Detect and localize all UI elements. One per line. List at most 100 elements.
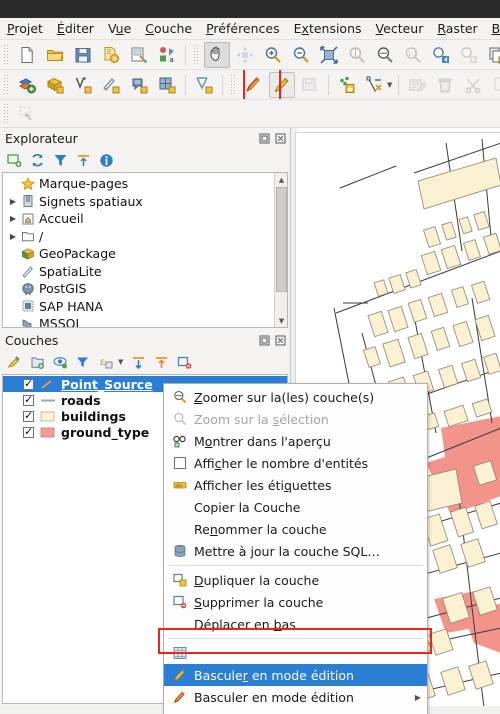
browser-item-geopackage[interactable]: GeoPackage [3,245,287,263]
undock-panel-button[interactable] [258,334,271,347]
current-edits-icon[interactable] [241,72,267,98]
add-spatialite-layer-icon[interactable] [98,72,124,98]
layer-context-menu[interactable]: Zoomer sur la(les) couche(s) Zoom sur la… [163,383,428,714]
open-layer-styling-panel-icon[interactable] [6,354,22,370]
context-item-remove-layer[interactable]: Supprimer la couche [164,591,427,613]
context-item-show-in-overview[interactable]: Montrer dans l'aperçu [164,430,427,452]
tree-arrow[interactable]: ▶ [7,232,19,241]
add-wms-layer-icon[interactable] [154,72,180,98]
properties-icon[interactable] [98,152,114,168]
delete-selected-icon[interactable] [432,72,458,98]
scroll-up-arrow-icon[interactable]: ▲ [275,173,287,186]
zoom-full-icon[interactable] [316,42,342,68]
zoom-next-icon[interactable] [456,42,482,68]
remove-layer-icon[interactable] [176,354,192,370]
menu-preferences[interactable]: Préférences [199,19,287,38]
browser-toolbar[interactable] [0,148,290,172]
context-item-current-edits[interactable]: Basculer en mode édition ▶ [164,686,427,708]
browser-item-signets-spatiaux[interactable]: ▶ Signets spatiaux [3,193,287,211]
filter-browser-icon[interactable] [52,152,68,168]
secondary-toolbar[interactable]: ▼ [0,70,500,100]
tertiary-toolbar[interactable] [0,100,500,128]
refresh-icon[interactable] [484,42,500,68]
browser-item-postgis[interactable]: PostGIS [3,280,287,298]
filter-legend-icon[interactable] [75,354,91,370]
context-item-filter[interactable]: Filtrer… [164,708,427,714]
context-item-move-to-bottom[interactable]: Déplacer en bas [164,613,427,635]
browser-item-spatialite[interactable]: SpatiaLite [3,263,287,281]
modify-attributes-icon[interactable] [404,72,430,98]
tree-arrow[interactable]: ▶ [7,214,19,223]
add-postgis-layer-icon[interactable] [126,72,152,98]
zoom-last-icon[interactable] [428,42,454,68]
context-item-zoom-to-layer[interactable]: Zoomer sur la(les) couche(s) [164,386,427,408]
save-project-as-icon[interactable] [98,42,124,68]
menu-projet[interactable]: PProjetrojet [0,19,50,38]
style-manager-icon[interactable]: a [154,42,180,68]
context-item-copy-layer[interactable]: Copier la Couche [164,496,427,518]
zoom-native-icon[interactable]: 1:1 [400,42,426,68]
scrollbar-thumb[interactable] [276,187,287,292]
context-item-toggle-editing[interactable]: Basculer en mode édition [164,664,427,686]
zoom-to-selection-icon[interactable] [344,42,370,68]
add-mesh-layer-icon[interactable] [191,72,217,98]
vertex-tool-dropdown-arrow-icon[interactable]: ▼ [387,81,392,89]
browser-item-accueil[interactable]: ▶ Accueil [3,210,287,228]
undock-panel-button[interactable] [258,132,271,145]
new-print-layout-icon[interactable] [126,42,152,68]
toolbar-grip-3[interactable] [3,74,10,95]
pan-map-icon[interactable] [204,41,230,68]
collapse-all-icon[interactable] [153,354,169,370]
layers-toolbar[interactable]: ε ▼ [0,350,290,374]
new-project-icon[interactable] [14,42,40,68]
browser-item-mssql[interactable]: MSSQL [3,315,287,327]
layer-visibility-checkbox[interactable] [23,409,34,422]
menu-vecteur[interactable]: Vecteur [369,19,431,38]
add-point-feature-icon[interactable] [334,72,360,98]
pan-to-selection-icon[interactable] [232,42,258,68]
tree-arrow[interactable]: ▶ [7,197,19,206]
toolbar-grip[interactable] [3,44,10,65]
add-selected-layers-icon[interactable] [6,152,22,168]
menu-extensions[interactable]: Extensions [287,19,369,38]
menu-bar[interactable]: PProjetrojet Éditer Vue Couche Préférenc… [0,18,500,40]
browser-item-root[interactable]: ▶ / [3,228,287,246]
vertex-tool-icon[interactable] [362,72,388,98]
context-item-update-sql-layer[interactable]: Mettre à jour la couche SQL… [164,540,427,562]
collapse-all-icon[interactable] [75,152,91,168]
toggle-editing-icon[interactable] [269,71,295,98]
cut-features-icon[interactable] [460,72,486,98]
context-item-open-attribute-table[interactable] [164,642,427,664]
close-panel-button[interactable] [274,334,287,347]
add-group-icon[interactable] [29,354,45,370]
add-vector-layer-icon[interactable] [14,72,40,98]
select-features-icon[interactable] [14,101,40,127]
scroll-down-arrow-icon[interactable]: ▼ [275,314,287,327]
context-item-duplicate-layer[interactable]: Dupliquer la couche [164,569,427,591]
open-project-icon[interactable] [42,42,68,68]
add-raster-layer-icon[interactable] [42,72,68,98]
zoom-to-layer-icon[interactable] [372,42,398,68]
expression-filter-icon[interactable]: ε [98,354,114,370]
browser-scrollbar[interactable]: ▲ ▼ [274,173,287,327]
layer-visibility-checkbox[interactable] [23,425,34,438]
menu-editer[interactable]: Éditer [50,19,101,38]
checkbox-icon[interactable] [170,456,190,470]
context-item-show-feature-count[interactable]: Afficher le nombre d'entités [164,452,427,474]
context-item-show-labels[interactable]: abc Afficher les étiquettes [164,474,427,496]
layer-visibility-checkbox[interactable] [23,393,34,406]
filter-dropdown-arrow-icon[interactable]: ▼ [118,358,123,366]
save-project-icon[interactable] [70,42,96,68]
layer-visibility-checkbox[interactable] [23,377,34,390]
menu-couche[interactable]: Couche [138,19,199,38]
context-item-rename-layer[interactable]: Renommer la couche [164,518,427,540]
add-delimited-text-layer-icon[interactable] [70,72,96,98]
manage-layer-visibility-icon[interactable] [52,354,68,370]
refresh-icon[interactable] [29,152,45,168]
context-item-zoom-to-selection[interactable]: Zoom sur la sélection [164,408,427,430]
expand-all-icon[interactable] [130,354,146,370]
toolbar-grip-2[interactable] [193,44,200,65]
save-layer-edits-icon[interactable] [297,72,323,98]
main-toolbar[interactable]: a 1:1 [0,40,500,70]
zoom-out-icon[interactable] [288,42,314,68]
